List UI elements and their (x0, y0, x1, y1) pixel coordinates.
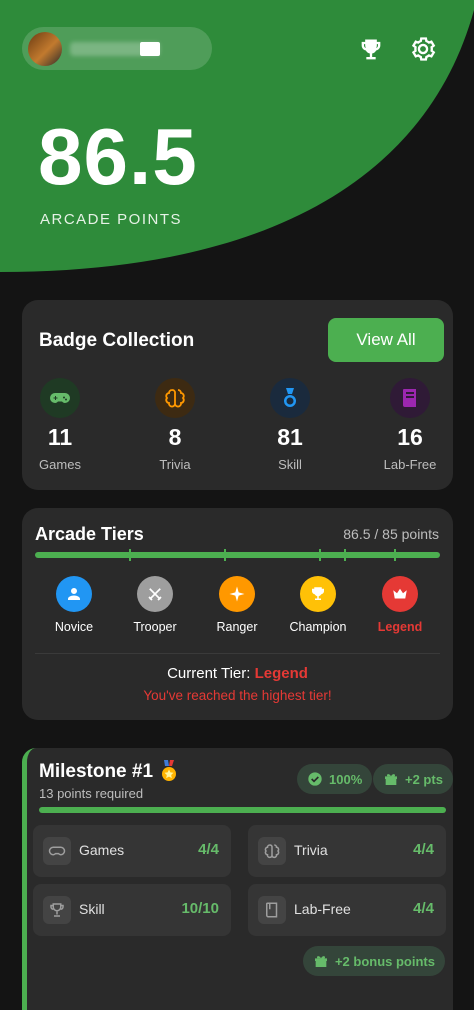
badge-skill-label: Skill (278, 457, 302, 472)
tiers-progress-text: 86.5 / 85 points (343, 526, 439, 542)
bonus-points: +2 bonus points (334, 953, 435, 969)
milestone-card: Milestone #1 13 points required 100% +2 … (22, 748, 453, 1010)
requirement-skill-label: Skill (79, 901, 105, 917)
tier-tick (224, 549, 226, 561)
arcade-points-value: 86.5 (38, 112, 198, 201)
gamepad-icon (40, 378, 80, 418)
bonus-points-pill: +2 bonus points (302, 946, 445, 976)
tier-champion[interactable]: Champion (273, 576, 363, 634)
tier-trooper[interactable]: Trooper (110, 576, 200, 634)
tier-ranger[interactable]: Ranger (192, 576, 282, 634)
badge-stat-lab-free[interactable]: 16 Lab-Free (370, 378, 450, 472)
current-tier: Current Tier: Legend (22, 665, 453, 682)
requirement-trivia-label: Trivia (294, 842, 328, 858)
requirement-games: Games 4/4 (33, 825, 231, 877)
folder-icon (140, 42, 160, 56)
medal-icon (162, 760, 177, 781)
gear-icon[interactable] (409, 35, 437, 63)
badge-lab-free-value: 16 (397, 424, 423, 450)
star-icon (219, 576, 255, 612)
requirement-lab-free-label: Lab-Free (294, 901, 351, 917)
tier-legend[interactable]: Legend (355, 576, 445, 634)
tier-ranger-label: Ranger (216, 620, 258, 634)
badge-games-label: Games (39, 457, 81, 472)
tier-note: You've reached the highest tier! (143, 688, 332, 703)
tier-tick (319, 549, 321, 561)
gift-icon (385, 774, 397, 785)
tier-champion-label: Champion (289, 620, 347, 634)
tier-tick (129, 549, 131, 561)
brain-icon (258, 837, 286, 865)
arcade-tiers-title: Arcade Tiers (35, 524, 144, 544)
brain-icon (155, 378, 195, 418)
trophy-icon (43, 896, 71, 924)
tier-tick (394, 549, 396, 561)
badge-stat-skill[interactable]: 81 Skill (250, 378, 330, 472)
badge-trivia-value: 8 (168, 424, 182, 450)
badge-stat-games[interactable]: 11 Games (20, 378, 100, 472)
swords-icon (137, 576, 173, 612)
badge-lab-free-label: Lab-Free (383, 457, 437, 472)
current-tier-value: Legend (254, 665, 308, 682)
requirement-skill-value: 10/10 (181, 900, 219, 917)
crown-icon (382, 576, 418, 612)
requirement-games-value: 4/4 (198, 841, 219, 858)
profile-pill[interactable] (22, 27, 212, 70)
book-icon (390, 378, 430, 418)
tiers-progress-bar (35, 552, 440, 558)
badge-trivia-label: Trivia (159, 457, 191, 472)
milestone-subtitle: 13 points required (39, 786, 144, 801)
tier-tick (344, 549, 346, 561)
milestone-points: +2 pts (405, 771, 443, 787)
current-tier-label: Current Tier: (167, 665, 255, 682)
badge-games-value: 11 (47, 424, 73, 450)
requirement-trivia-value: 4/4 (413, 841, 434, 858)
milestone-points-pill: +2 pts (373, 764, 453, 794)
book-icon (258, 896, 286, 924)
trophy-icon (300, 576, 336, 612)
arcade-tiers-card: Arcade Tiers 86.5 / 85 points Novice Tro… (22, 508, 453, 720)
badge-collection-title: Badge Collection (39, 330, 195, 351)
gamepad-icon (43, 837, 71, 865)
requirement-lab-free-value: 4/4 (413, 900, 434, 917)
milestone-progress-bar (39, 807, 446, 813)
tier-legend-label: Legend (377, 620, 423, 634)
arcade-points-caption: ARCADE POINTS (40, 211, 183, 228)
badge-skill-value: 81 (277, 424, 303, 450)
badge-collection-card: Badge Collection View All 11 Games 8 Tri… (22, 300, 453, 490)
trophy-icon[interactable] (357, 36, 385, 64)
person-icon (56, 576, 92, 612)
tier-novice[interactable]: Novice (29, 576, 119, 634)
milestone-title-text: Milestone #1 (39, 761, 154, 782)
milestone-percent: 100% (329, 771, 363, 787)
tier-novice-label: Novice (54, 620, 94, 634)
check-circle-icon (308, 772, 322, 786)
milestone-percent-pill: 100% (297, 764, 373, 794)
badge-stat-trivia[interactable]: 8 Trivia (135, 378, 215, 472)
view-all-button[interactable]: View All (328, 318, 444, 362)
tier-trooper-label: Trooper (133, 620, 177, 634)
divider (35, 653, 440, 654)
requirement-skill: Skill 10/10 (33, 884, 231, 936)
requirement-games-label: Games (79, 842, 125, 858)
requirement-lab-free: Lab-Free 4/4 (248, 884, 446, 936)
medal-icon (270, 378, 310, 418)
avatar (28, 32, 62, 66)
milestone-title: Milestone #1 (39, 760, 179, 784)
gift-icon (314, 956, 327, 967)
requirement-trivia: Trivia 4/4 (248, 825, 446, 877)
